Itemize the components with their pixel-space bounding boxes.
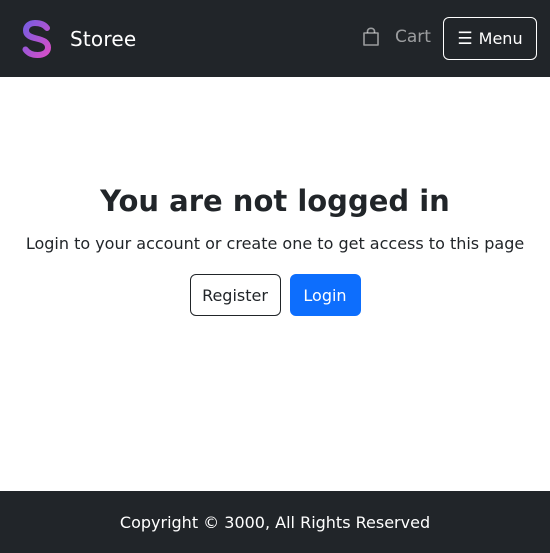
menu-button[interactable]: ☰ Menu <box>443 17 537 60</box>
login-prompt-text: Login to your account or create one to g… <box>25 234 525 253</box>
cart-link[interactable]: Cart <box>361 27 431 47</box>
cart-label: Cart <box>395 27 431 47</box>
brand-link[interactable]: Storee <box>22 20 136 58</box>
brand-name: Storee <box>70 27 137 51</box>
menu-label: Menu <box>478 29 523 48</box>
auth-button-group: Register Login <box>0 274 550 316</box>
login-button[interactable]: Login <box>289 274 361 316</box>
main-content: You are not logged in Login to your acco… <box>0 77 550 491</box>
s-logo-icon <box>22 20 52 58</box>
navbar: Storee Cart ☰ Menu <box>0 0 550 77</box>
page-title: You are not logged in <box>100 184 450 218</box>
footer: Copyright © 3000, All Rights Reserved <box>0 491 550 553</box>
copyright-text: Copyright © 3000, All Rights Reserved <box>119 512 431 532</box>
hamburger-icon: ☰ <box>457 28 473 49</box>
shopping-bag-icon <box>361 27 395 47</box>
register-button[interactable]: Register <box>189 274 281 316</box>
